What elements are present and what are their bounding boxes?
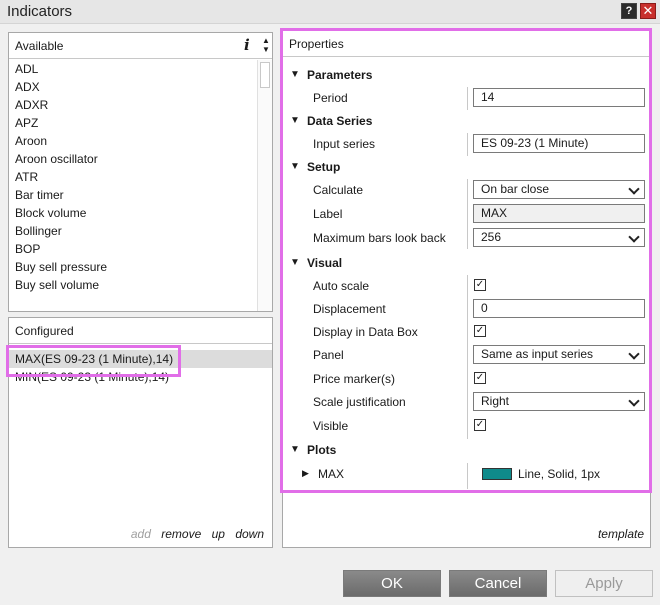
configured-panel: Configured MAX(ES 09-23 (1 Minute),14) M… — [8, 317, 273, 548]
available-header: Available i ▲ ▼ — [9, 33, 272, 59]
scroll-thumb[interactable] — [260, 62, 270, 88]
list-item[interactable]: Aroon — [9, 132, 257, 150]
plot-style-text: Line, Solid, 1px — [518, 467, 601, 481]
category-visual[interactable]: ▼ Visual — [283, 252, 650, 274]
displacement-input[interactable]: 0 — [473, 299, 645, 318]
prop-row-plot-max[interactable]: ▶ MAX Line, Solid, 1px — [283, 463, 650, 489]
list-item[interactable]: APZ — [9, 114, 257, 132]
configured-list: MAX(ES 09-23 (1 Minute),14) MIN(ES 09-23… — [9, 350, 272, 386]
category-data-series[interactable]: ▼ Data Series — [283, 110, 650, 132]
prop-row-displacement: Displacement 0 — [283, 298, 650, 320]
configured-actions: add remove up down — [124, 527, 264, 541]
list-item[interactable]: Buy sell volume — [9, 276, 257, 294]
list-item[interactable]: ADXR — [9, 96, 257, 114]
prop-row-label: Label MAX — [283, 203, 650, 225]
configured-item-min[interactable]: MIN(ES 09-23 (1 Minute),14) — [9, 368, 272, 386]
help-icon[interactable]: ? — [621, 3, 637, 19]
available-panel: Available i ▲ ▼ ADL ADX ADXR APZ Aroon Ar… — [8, 32, 273, 312]
list-item[interactable]: BOP — [9, 240, 257, 258]
configured-item-max[interactable]: MAX(ES 09-23 (1 Minute),14) — [9, 350, 272, 368]
properties-panel: Properties ▼ Parameters Period 14 ▼ Data… — [282, 30, 651, 548]
prop-row-scale-justification: Scale justification Right — [283, 391, 650, 413]
data-box-checkbox[interactable]: ✓ — [474, 325, 486, 337]
list-item[interactable]: Bollinger — [9, 222, 257, 240]
window-title: Indicators — [7, 3, 73, 20]
cancel-button[interactable]: Cancel — [449, 570, 547, 597]
expand-arrow-icon[interactable]: ▶ — [302, 468, 309, 479]
collapse-arrow-icon[interactable]: ▼ — [290, 115, 300, 126]
auto-scale-checkbox[interactable]: ✓ — [474, 279, 486, 291]
list-item[interactable]: ADX — [9, 78, 257, 96]
category-parameters[interactable]: ▼ Parameters — [283, 64, 650, 86]
apply-button[interactable]: Apply — [555, 570, 653, 597]
down-link[interactable]: down — [235, 527, 264, 541]
category-setup[interactable]: ▼ Setup — [283, 156, 650, 178]
plot-color-swatch[interactable] — [482, 468, 512, 480]
info-icon[interactable]: i — [244, 36, 250, 54]
close-icon[interactable]: ✕ — [640, 3, 656, 19]
properties-header: Properties — [283, 31, 650, 57]
input-series-field[interactable]: ES 09-23 (1 Minute) — [473, 134, 645, 153]
list-item[interactable]: ATR — [9, 168, 257, 186]
calculate-select[interactable]: On bar close — [473, 180, 645, 199]
category-plots[interactable]: ▼ Plots — [283, 439, 650, 461]
period-input[interactable]: 14 — [473, 88, 645, 107]
prop-row-period: Period 14 — [283, 87, 650, 109]
visible-checkbox[interactable]: ✓ — [474, 419, 486, 431]
collapse-arrow-icon[interactable]: ▼ — [290, 69, 300, 80]
prop-row-data-box: Display in Data Box ✓ — [313, 325, 486, 339]
template-link[interactable]: template — [598, 527, 644, 541]
prop-row-calculate: Calculate On bar close — [283, 179, 650, 201]
collapse-arrow-icon[interactable]: ▼ — [290, 257, 300, 268]
list-item[interactable]: Bar timer — [9, 186, 257, 204]
panel-select[interactable]: Same as input series — [473, 345, 645, 364]
prop-row-price-marker: Price marker(s) ✓ — [313, 372, 486, 386]
list-item[interactable]: Buy sell pressure — [9, 258, 257, 276]
list-item[interactable]: ADL — [9, 60, 257, 78]
prop-row-auto-scale: Auto scale ✓ — [313, 279, 486, 293]
collapse-arrow-icon[interactable]: ▼ — [290, 444, 300, 455]
add-link[interactable]: add — [131, 527, 151, 541]
available-title: Available — [15, 39, 64, 53]
list-item[interactable]: Block volume — [9, 204, 257, 222]
max-bars-select[interactable]: 256 — [473, 228, 645, 247]
label-input[interactable]: MAX — [473, 204, 645, 223]
remove-link[interactable]: remove — [161, 527, 201, 541]
ok-button[interactable]: OK — [343, 570, 441, 597]
configured-header: Configured — [9, 318, 272, 344]
prop-row-panel: Panel Same as input series — [283, 344, 650, 366]
collapse-arrow-icon[interactable]: ▼ — [290, 161, 300, 172]
prop-row-visible: Visible ✓ — [313, 419, 486, 433]
list-item[interactable]: Aroon oscillator — [9, 150, 257, 168]
properties-title: Properties — [289, 37, 344, 51]
available-list: ADL ADX ADXR APZ Aroon Aroon oscillator … — [9, 60, 257, 311]
sort-icon[interactable]: ▲ ▼ — [260, 36, 272, 54]
price-marker-checkbox[interactable]: ✓ — [474, 372, 486, 384]
title-bar: Indicators ? ✕ — [0, 0, 660, 24]
up-link[interactable]: up — [212, 527, 225, 541]
prop-row-max-bars: Maximum bars look back 256 — [283, 227, 650, 249]
configured-title: Configured — [15, 324, 74, 338]
scale-justification-select[interactable]: Right — [473, 392, 645, 411]
prop-row-input-series: Input series ES 09-23 (1 Minute) — [283, 133, 650, 155]
available-scrollbar[interactable] — [257, 60, 272, 311]
